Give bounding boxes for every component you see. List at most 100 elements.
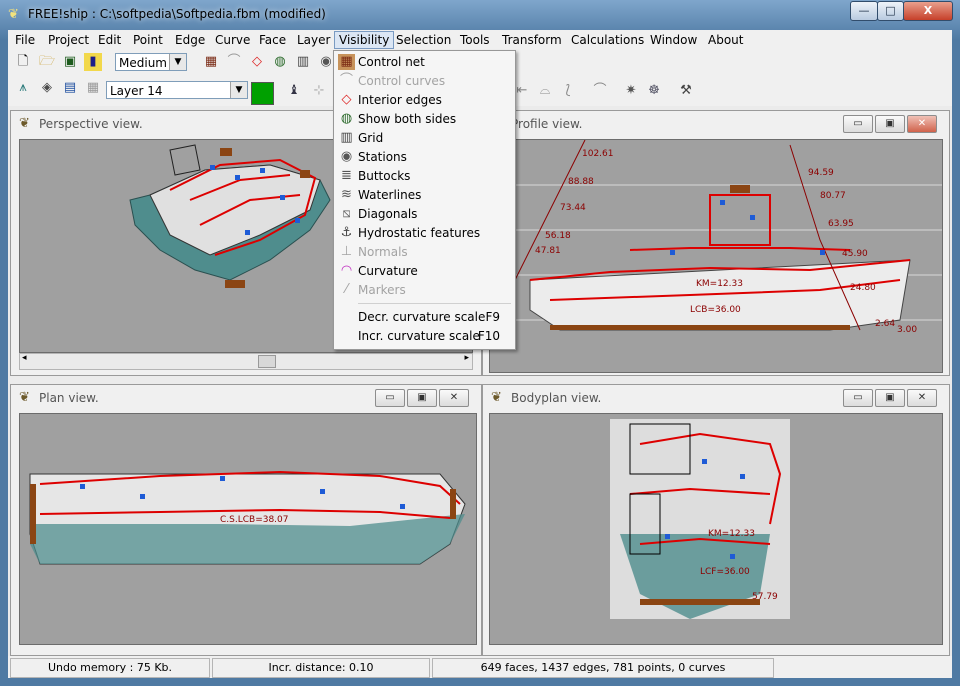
menu-item-waterlines[interactable]: ≋ Waterlines: [336, 186, 512, 205]
open-folder-icon[interactable]: 🗁: [38, 53, 56, 71]
control-net-toggle-icon[interactable]: ▦: [202, 53, 220, 71]
menu-file[interactable]: File: [11, 32, 39, 48]
bodyplan-maximize-button[interactable]: ▣: [875, 389, 905, 407]
profile-label-4: 47.81: [535, 246, 561, 256]
menu-item-interior-edges[interactable]: ◇ Interior edges: [336, 91, 512, 110]
plan-maximize-button[interactable]: ▣: [407, 389, 437, 407]
menu-calculations[interactable]: Calculations: [567, 32, 648, 48]
visibility-dropdown-menu: ▦ Control net ⌒ Control curves ◇ Interio…: [333, 50, 516, 350]
profile-close-button[interactable]: ✕: [907, 115, 937, 133]
profile-minimize-button[interactable]: ▭: [843, 115, 873, 133]
plan-close-button[interactable]: ✕: [439, 389, 469, 407]
freeship-app-icon: ❦: [8, 7, 19, 22]
scrollbar-thumb[interactable]: [258, 355, 276, 368]
precision-select[interactable]: Medium ▼: [115, 53, 187, 71]
menu-item-stations[interactable]: ◉ Stations: [336, 148, 512, 167]
menu-item-decr-curvature-scale[interactable]: Decr. curvature scale F9: [336, 308, 512, 327]
menu-curve[interactable]: Curve: [211, 32, 254, 48]
close-button[interactable]: X: [903, 1, 953, 21]
layer-properties-icon[interactable]: ◈: [38, 79, 56, 97]
buttocks-icon: ≣: [341, 168, 352, 183]
control-curves-toggle-icon[interactable]: ⌒: [225, 53, 243, 71]
plan-minimize-button[interactable]: ▭: [375, 389, 405, 407]
scroll-left-icon[interactable]: ◂: [22, 353, 27, 363]
profile-label-9: 24.80: [850, 283, 876, 293]
menu-transform[interactable]: Transform: [498, 32, 566, 48]
bodyplan-viewport[interactable]: KM=12.33 LCF=36.00 57.79: [489, 413, 943, 645]
menu-item-grid[interactable]: ▥ Grid: [336, 129, 512, 148]
bodyplan-minimize-button[interactable]: ▭: [843, 389, 873, 407]
profile-maximize-button[interactable]: ▣: [875, 115, 905, 133]
menu-point[interactable]: Point: [129, 32, 167, 48]
menu-edge[interactable]: Edge: [171, 32, 209, 48]
star-tool-icon[interactable]: ✷: [622, 82, 640, 100]
plan-hull-drawing: C.S.LCB=38.07: [29, 470, 466, 565]
layer-color-swatch[interactable]: [251, 82, 274, 105]
menu-item-control-net[interactable]: ▦ Control net: [336, 53, 512, 72]
profile-label-8: 45.90: [842, 249, 868, 259]
layer-color-icon[interactable]: ▤: [61, 79, 79, 97]
maximize-button[interactable]: □: [877, 1, 904, 21]
profile-viewport[interactable]: 102.61 88.88 73.44 56.18 47.81 94.59 80.…: [489, 139, 943, 373]
show-both-sides-toggle-icon[interactable]: ◍: [271, 53, 289, 71]
menu-item-diagonals[interactable]: ⧅ Diagonals: [336, 205, 512, 224]
curve-tool-3-icon[interactable]: ⟅: [559, 82, 577, 100]
bodyplan-label-1: LCF=36.00: [700, 567, 750, 577]
layer-grid-icon[interactable]: ▦: [84, 79, 102, 97]
bodyplan-label-2: 57.79: [752, 592, 778, 602]
menu-edit[interactable]: Edit: [94, 32, 125, 48]
control-net-icon: ▦: [338, 54, 355, 70]
menu-project[interactable]: Project: [44, 32, 93, 48]
curvature-icon: ◠: [340, 263, 353, 278]
save-icon[interactable]: ▣: [61, 53, 79, 71]
menu-item-normals: ⊥ Normals: [336, 243, 512, 262]
menu-bar: File Project Edit Point Edge Curve Face …: [8, 30, 952, 50]
menu-item-hydrostatic-features[interactable]: ⚓ Hydrostatic features: [336, 224, 512, 243]
menu-item-incr-curvature-scale[interactable]: Incr. curvature scale F10: [336, 327, 512, 346]
curve-tool-2-icon[interactable]: ⌓: [536, 82, 554, 100]
view-icon: ❦: [19, 390, 30, 405]
bodyplan-label-0: KM=12.33: [708, 529, 755, 539]
plan-viewport[interactable]: C.S.LCB=38.07: [19, 413, 477, 645]
grid-toggle-icon[interactable]: ▥: [294, 53, 312, 71]
menu-item-show-both-sides[interactable]: ◍ Show both sides: [336, 110, 512, 129]
bodyplan-view-panel: ❦ Bodyplan view. ▭ ▣ ✕ KM=12.33 LCF=36.0…: [482, 384, 950, 656]
layer-visibility-icon[interactable]: ♝: [285, 82, 303, 100]
plan-label-0: C.S.LCB=38.07: [220, 515, 289, 525]
perspective-horizontal-scrollbar[interactable]: ◂ ▸: [19, 353, 473, 370]
curve-tool-4-icon[interactable]: ⌒: [591, 82, 609, 100]
plan-view-title: Plan view.: [39, 391, 99, 405]
minimize-button[interactable]: —: [850, 1, 878, 21]
layer-value: Layer 14: [110, 84, 163, 98]
menu-layer[interactable]: Layer: [293, 32, 334, 48]
exit-icon[interactable]: ▮: [84, 53, 102, 71]
profile-view-title: Profile view.: [511, 117, 583, 131]
chevron-down-icon[interactable]: ▼: [169, 54, 186, 70]
menu-visibility[interactable]: Visibility: [334, 31, 395, 49]
precision-value: Medium: [119, 56, 167, 70]
menu-item-buttocks[interactable]: ≣ Buttocks: [336, 167, 512, 186]
menu-item-curvature[interactable]: ◠ Curvature: [336, 262, 512, 281]
profile-label-6: 80.77: [820, 191, 846, 201]
interior-edges-toggle-icon[interactable]: ◇: [248, 53, 266, 71]
profile-label-0: 102.61: [582, 149, 614, 159]
profile-label-2: 73.44: [560, 203, 586, 213]
layer-extra-icon[interactable]: ⊹: [310, 82, 328, 100]
bodyplan-close-button[interactable]: ✕: [907, 389, 937, 407]
scroll-right-icon[interactable]: ▸: [464, 353, 469, 363]
layer-select[interactable]: Layer 14 ▼: [106, 81, 248, 99]
menu-selection[interactable]: Selection: [392, 32, 455, 48]
new-file-icon[interactable]: 🗋: [14, 53, 32, 71]
hydrostatic-icon: ⚓: [340, 225, 353, 240]
paint-tool-icon[interactable]: ⚒: [677, 82, 695, 100]
show-both-sides-icon: ◍: [340, 111, 353, 126]
menu-face[interactable]: Face: [255, 32, 290, 48]
layer-tool-icon[interactable]: ⩚: [14, 79, 32, 97]
menu-tools[interactable]: Tools: [456, 32, 494, 48]
surface-tool-icon[interactable]: ☸: [645, 82, 663, 100]
chevron-down-icon[interactable]: ▼: [230, 82, 247, 98]
plan-view-panel: ❦ Plan view. ▭ ▣ ✕ C.S.LCB=38.07: [10, 384, 482, 656]
menu-window[interactable]: Window: [646, 32, 701, 48]
profile-label-11: 3.00: [897, 325, 917, 335]
menu-about[interactable]: About: [704, 32, 747, 48]
